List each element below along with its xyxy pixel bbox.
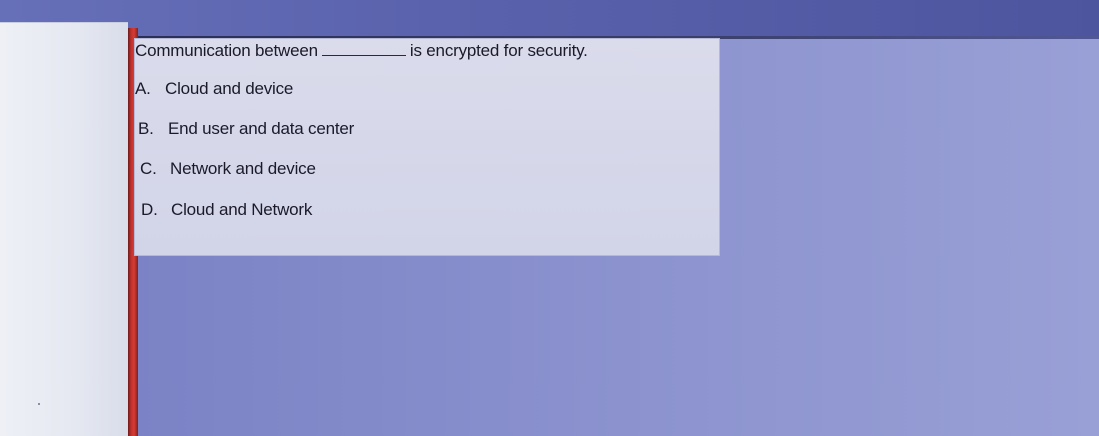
- option-a[interactable]: A. Cloud and device: [135, 79, 293, 99]
- option-a-label: Cloud and device: [165, 79, 294, 98]
- option-b-label: End user and data center: [168, 119, 355, 138]
- question-text-before: Communication between: [135, 41, 318, 60]
- left-panel: [0, 22, 128, 436]
- option-b[interactable]: B. End user and data center: [138, 119, 354, 139]
- option-b-letter: B.: [138, 119, 154, 138]
- option-c-letter: C.: [140, 159, 157, 178]
- option-c[interactable]: C. Network and device: [140, 159, 316, 179]
- option-d[interactable]: D. Cloud and Network: [141, 200, 312, 220]
- option-c-label: Network and device: [170, 159, 316, 178]
- question-panel: Communication between is encrypted for se…: [134, 38, 720, 256]
- top-background-band: [0, 0, 1099, 38]
- question-stem: Communication between is encrypted for se…: [135, 41, 588, 61]
- option-d-letter: D.: [141, 200, 158, 219]
- screen-speck: [38, 403, 40, 405]
- question-text-after: is encrypted for security.: [409, 41, 588, 60]
- option-a-letter: A.: [135, 79, 151, 98]
- answer-blank: [321, 41, 406, 56]
- option-d-label: Cloud and Network: [171, 200, 313, 219]
